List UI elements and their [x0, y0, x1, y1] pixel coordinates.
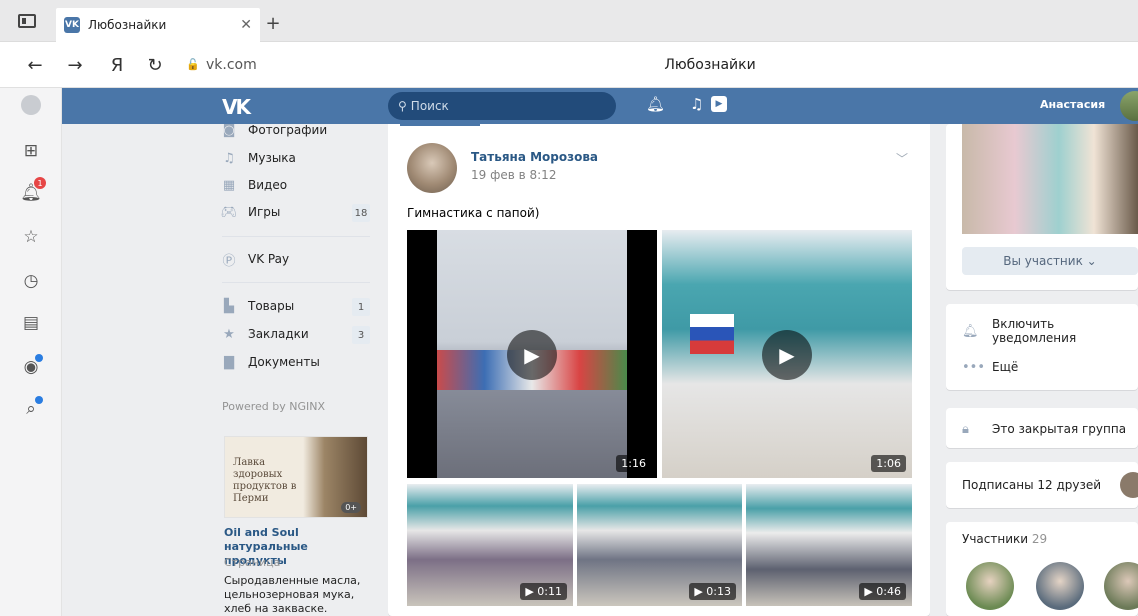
page-title: Любознайки [664, 57, 756, 73]
nav-divider [222, 236, 370, 237]
notify-button[interactable]: 🔔︎ Включить уведомления [962, 317, 1138, 345]
closed-group-info: 🔒︎ Это закрытая группа [962, 421, 1127, 437]
friends-subscribed[interactable]: Подписаны 12 друзей [962, 474, 1101, 496]
search-input[interactable]: ⚲ Поиск [388, 92, 616, 120]
nav-divider [222, 282, 370, 283]
video-thumbnail[interactable]: ▶ 1:06 [662, 230, 912, 478]
lock-icon: 🔓 [186, 58, 200, 71]
lock-icon: 🔒︎ [962, 421, 969, 437]
bookmark-icon: ★ [223, 326, 235, 342]
play-icon: ▶ [762, 330, 812, 380]
post-date[interactable]: 19 фев в 8:12 [471, 168, 556, 182]
video-thumbnail[interactable]: ▶ 1:16 [407, 230, 657, 478]
ad-image[interactable]: Лавка здоровых продуктов в Перми 0+ [224, 436, 368, 518]
media-play-icon[interactable]: ◉ [18, 354, 44, 380]
video-duration: ▶ 0:13 [689, 583, 736, 600]
group-cover-image[interactable] [962, 124, 1138, 234]
video-thumbnail[interactable]: ▶ 0:13 [577, 484, 742, 606]
browser-tab[interactable]: VK Любознайки ✕ [56, 8, 260, 42]
notifications-icon[interactable]: 🔔︎ 1 [18, 177, 46, 206]
apps-grid-icon[interactable]: ⊞ [18, 138, 44, 164]
search-icon: ⚲ [398, 99, 407, 113]
profile-icon[interactable] [18, 92, 44, 118]
sidebar-toggle-icon[interactable] [18, 14, 36, 28]
user-name[interactable]: Анастасия [1040, 98, 1105, 111]
powered-by[interactable]: Powered by NGINX [222, 400, 325, 413]
ad-subtitle: Страница [224, 556, 281, 569]
nav-item-video[interactable]: ▦ Видео [222, 173, 287, 197]
nav-item-vkpay[interactable]: Ⓟ VK Pay [222, 247, 289, 271]
chevron-down-icon[interactable]: ﹀ [896, 150, 908, 167]
search-placeholder: Поиск [410, 99, 449, 113]
player-play-icon[interactable]: ▶ [711, 96, 727, 112]
music-icon: ♫ [223, 150, 235, 166]
music-note-icon[interactable]: ♫ [690, 95, 703, 113]
nav-item-bookmarks[interactable]: ★ Закладки 3 [222, 322, 370, 346]
photo-icon: ◙ [222, 122, 236, 138]
history-clock-icon[interactable]: ◷ [18, 268, 44, 294]
post-author[interactable]: Татьяна Морозова [471, 150, 598, 164]
bell-outline-icon: 🔔︎ [962, 323, 979, 339]
favorites-star-icon[interactable]: ☆ [18, 224, 44, 250]
document-icon: ▇ [224, 354, 234, 370]
bell-icon[interactable]: 🔔︎ [646, 95, 665, 113]
member-avatar[interactable] [966, 562, 1014, 610]
vkpay-icon: Ⓟ [222, 253, 236, 269]
browser-side-panel [0, 88, 62, 616]
member-avatar[interactable] [1036, 562, 1084, 610]
video-duration: ▶ 0:11 [520, 583, 567, 600]
nav-item-photos[interactable]: ◙ Фотографии [222, 118, 327, 142]
members-label[interactable]: Участники 29 [962, 532, 1047, 546]
back-button[interactable]: ← [22, 52, 48, 78]
video-duration: ▶ 0:46 [859, 583, 906, 600]
video-duration: 1:06 [871, 455, 906, 472]
ad-image-text: Лавка здоровых продуктов в Перми [233, 457, 297, 504]
member-button[interactable]: Вы участник ⌄ [962, 247, 1138, 275]
age-badge: 0+ [341, 502, 361, 513]
video-thumbnail[interactable]: ▶ 0:11 [407, 484, 573, 606]
play-icon: ▶ [507, 330, 557, 380]
vk-favicon-icon: VK [64, 17, 80, 33]
post-text: Гимнастика с папой) [407, 206, 540, 220]
author-avatar[interactable] [407, 143, 457, 193]
nav-item-music[interactable]: ♫ Музыка [222, 146, 296, 170]
forward-button[interactable]: → [62, 52, 88, 78]
bookmarks-count: 3 [352, 326, 370, 344]
goods-count: 1 [352, 298, 370, 316]
active-tab-underline [400, 124, 480, 126]
search-doc-icon[interactable]: ⌕ [18, 396, 44, 422]
new-tab-button[interactable]: + [262, 12, 284, 34]
collections-icon[interactable]: ▤ [18, 310, 44, 336]
nav-item-games[interactable]: 🎮︎ Игры 18 [220, 200, 370, 224]
games-icon: 🎮︎ [220, 204, 238, 220]
games-count: 18 [352, 204, 370, 222]
goods-icon: ▙ [224, 298, 234, 314]
close-tab-icon[interactable]: ✕ [240, 17, 252, 33]
video-thumbnail[interactable]: ▶ 0:46 [746, 484, 912, 606]
ad-description: Сыродавленные масла, цельнозерновая мука… [224, 574, 361, 615]
yandex-button[interactable]: Я [104, 52, 130, 78]
more-button[interactable]: ••• Ещё [962, 356, 1018, 378]
video-icon: ▦ [222, 177, 236, 193]
video-duration: 1:16 [616, 455, 651, 472]
url-text: vk.com [206, 57, 257, 73]
nav-item-goods[interactable]: ▙ Товары 1 [222, 294, 370, 318]
more-dots-icon: ••• [962, 359, 986, 375]
members-count: 29 [1031, 532, 1048, 546]
vk-logo[interactable]: VK [222, 95, 262, 119]
address-bar[interactable]: 🔓 vk.com [186, 53, 276, 77]
tab-title: Любознайки [88, 18, 167, 32]
reload-button[interactable]: ↻ [142, 52, 168, 78]
nav-item-documents[interactable]: ▇ Документы [222, 350, 320, 374]
